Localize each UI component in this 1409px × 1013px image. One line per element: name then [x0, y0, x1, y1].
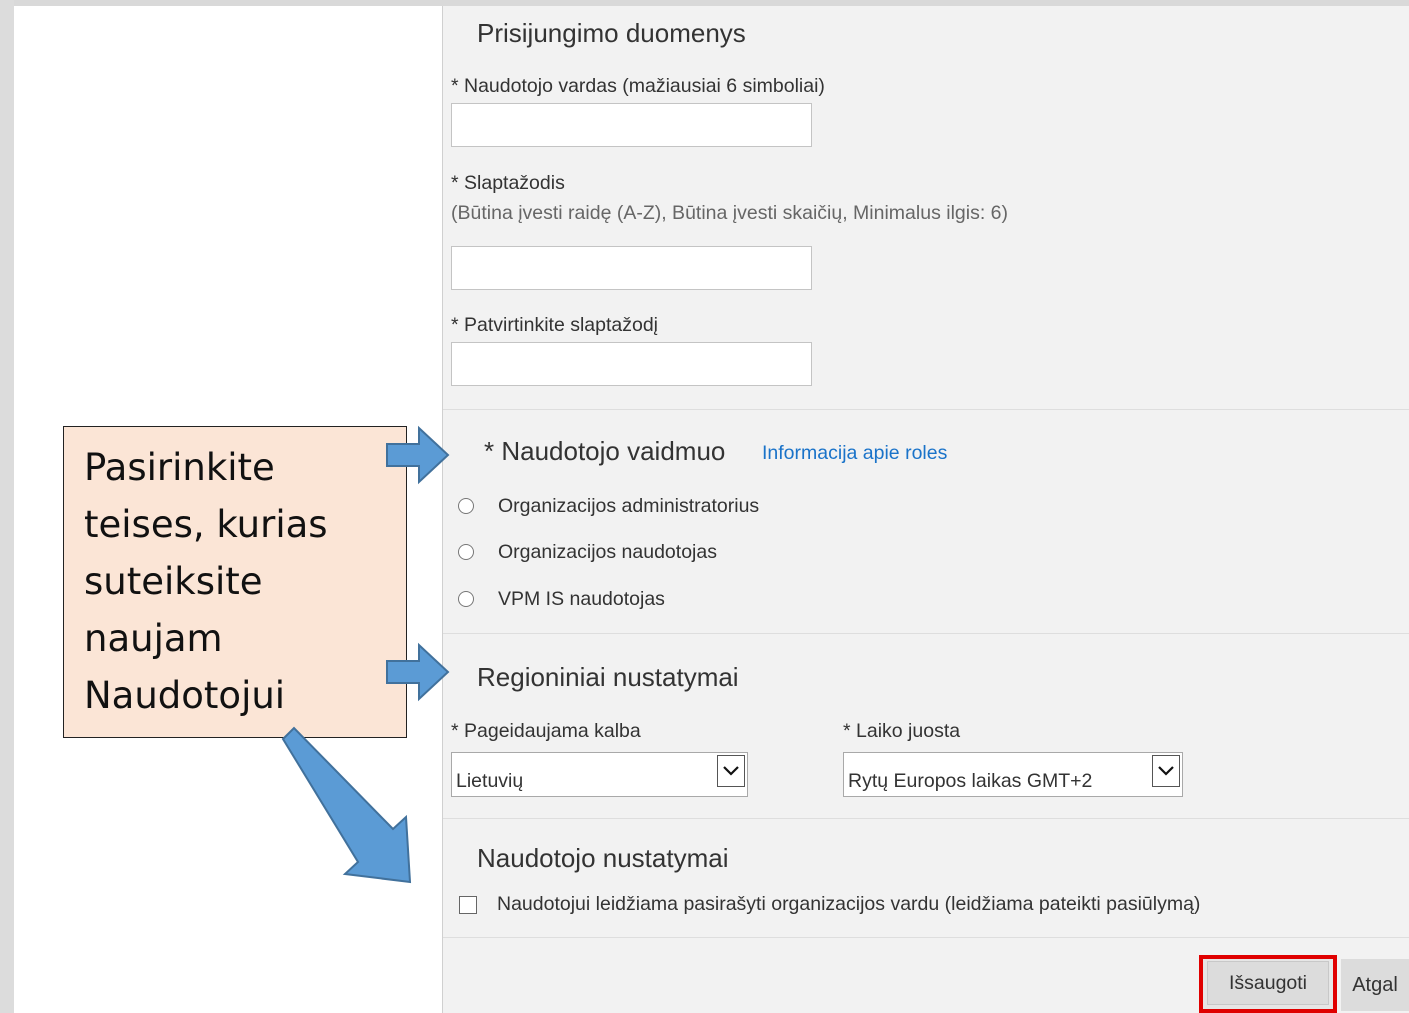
- timezone-select[interactable]: Rytų Europos laikas GMT+2: [843, 752, 1183, 797]
- role-option-vpm-user[interactable]: VPM IS naudotojas: [458, 586, 665, 612]
- callout-line: naujam: [84, 617, 223, 660]
- instruction-callout: Pasirinkite teises, kurias suteiksite na…: [63, 426, 407, 738]
- callout-line: suteiksite: [84, 560, 263, 603]
- password-label: * Slaptažodis: [451, 172, 565, 194]
- role-option-label: Organizacijos administratorius: [498, 494, 760, 517]
- confirm-password-label: * Patvirtinkite slaptažodį: [451, 314, 659, 336]
- callout-line: Naudotojui: [84, 674, 286, 717]
- roles-info-link[interactable]: Informacija apie roles: [762, 442, 947, 465]
- window-left-border: [0, 0, 14, 1013]
- sign-permission-row[interactable]: Naudotojui leidžiama pasirašyti organiza…: [459, 893, 1200, 916]
- chevron-down-icon[interactable]: [717, 755, 745, 787]
- role-option-label: Organizacijos naudotojas: [498, 540, 717, 563]
- callout-line: Pasirinkite: [84, 446, 275, 489]
- callout-text: Pasirinkite teises, kurias suteiksite na…: [84, 439, 399, 724]
- section-divider: [443, 409, 1409, 410]
- chevron-down-icon[interactable]: [1152, 755, 1180, 787]
- username-input[interactable]: [451, 103, 812, 147]
- arrow-right-icon: [386, 642, 450, 702]
- language-select[interactable]: Lietuvių: [451, 752, 748, 797]
- save-button-highlight: Išsaugoti: [1199, 955, 1337, 1013]
- radio-button[interactable]: [458, 498, 474, 514]
- regional-section-heading: Regioniniai nustatymai: [477, 662, 739, 692]
- save-button[interactable]: Išsaugoti: [1207, 961, 1329, 1005]
- back-button[interactable]: Atgal: [1341, 959, 1409, 1011]
- radio-button[interactable]: [458, 544, 474, 560]
- username-label: * Naudotojo vardas (mažiausiai 6 simboli…: [451, 75, 825, 97]
- role-option-label: VPM IS naudotojas: [498, 587, 665, 610]
- role-option-admin[interactable]: Organizacijos administratorius: [458, 493, 759, 519]
- user-settings-heading: Naudotojo nustatymai: [477, 843, 729, 873]
- section-divider: [443, 633, 1409, 634]
- confirm-password-input[interactable]: [451, 342, 812, 386]
- sign-permission-label: Naudotojui leidžiama pasirašyti organiza…: [497, 893, 1201, 915]
- sign-permission-checkbox[interactable]: [459, 895, 477, 914]
- role-section-heading: * Naudotojo vaidmuo: [484, 436, 726, 466]
- language-label: * Pageidaujama kalba: [451, 720, 641, 742]
- arrow-diagonal-icon: [281, 726, 412, 884]
- language-select-value: Lietuvių: [456, 770, 524, 792]
- timezone-label: * Laiko juosta: [843, 720, 961, 742]
- callout-line: teises, kurias: [84, 503, 328, 546]
- login-section-heading: Prisijungimo duomenys: [477, 18, 746, 48]
- role-option-user[interactable]: Organizacijos naudotojas: [458, 539, 717, 565]
- section-divider: [443, 937, 1409, 938]
- radio-button[interactable]: [458, 591, 474, 607]
- arrow-right-icon: [386, 425, 450, 485]
- password-input[interactable]: [451, 246, 812, 290]
- password-hint: (Būtina įvesti raidę (A-Z), Būtina įvest…: [451, 202, 1009, 224]
- section-divider: [443, 818, 1409, 819]
- timezone-select-value: Rytų Europos laikas GMT+2: [848, 770, 1093, 792]
